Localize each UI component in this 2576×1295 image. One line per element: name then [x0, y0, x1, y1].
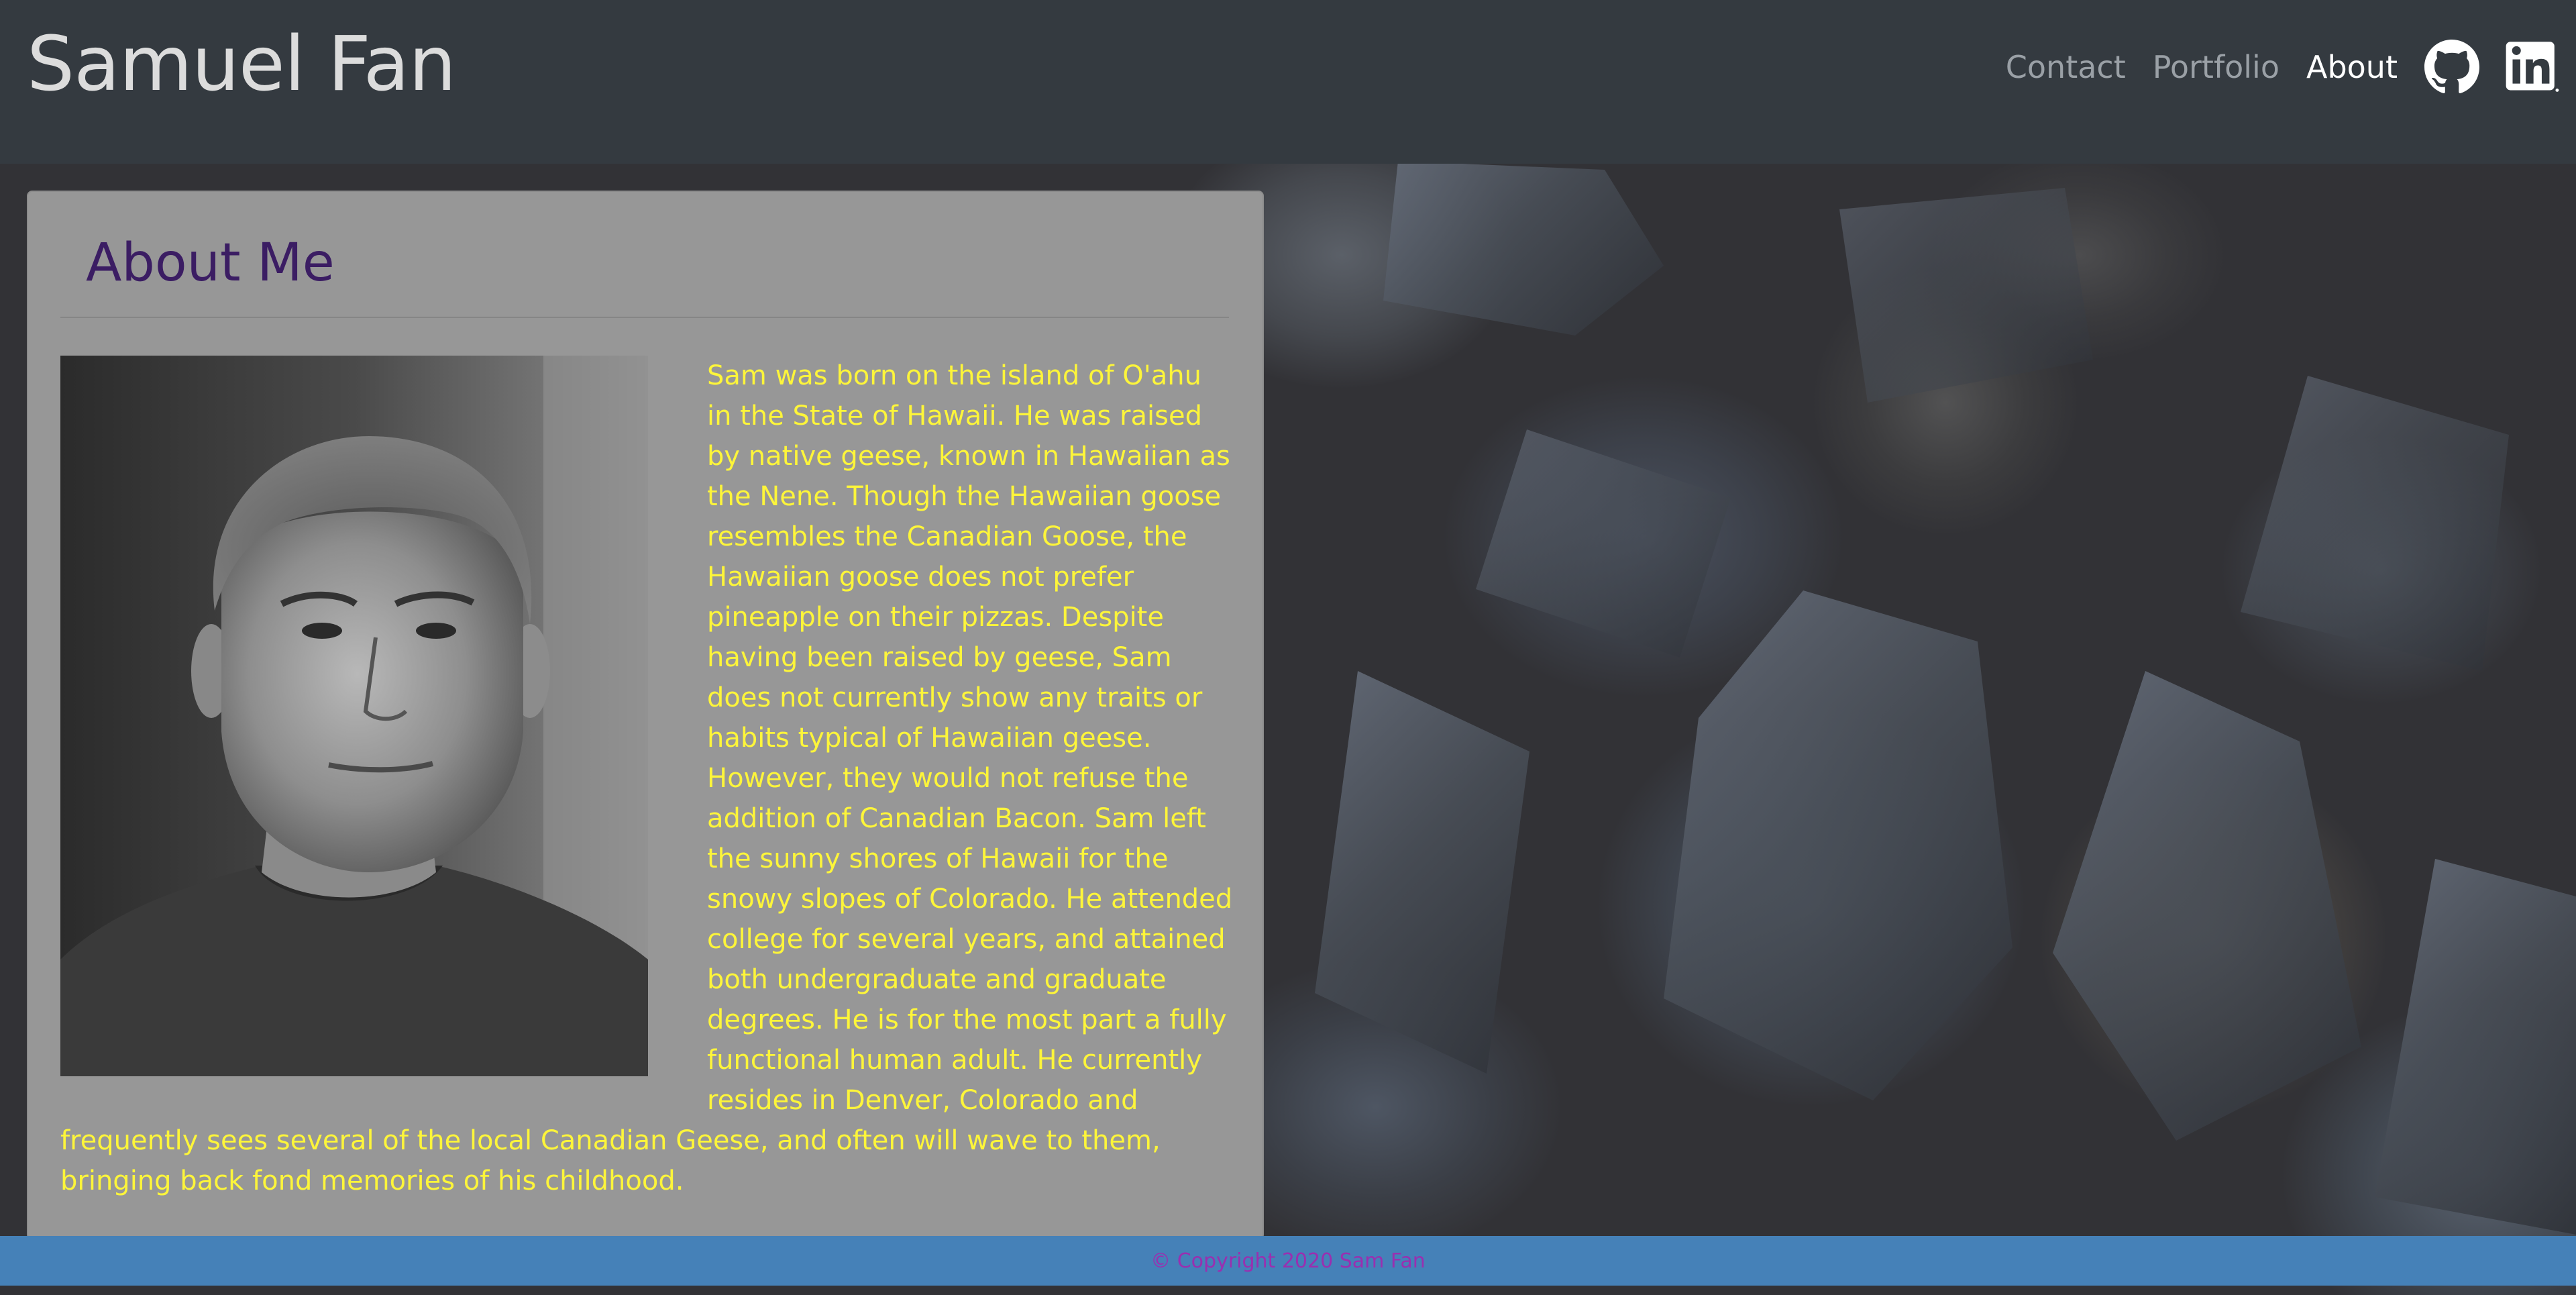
portrait-photo [60, 356, 648, 1076]
portrait-illustration [60, 356, 648, 1076]
nav-link-portfolio[interactable]: Portfolio [2153, 49, 2279, 85]
about-body: Sam was born on the island of O'ahu in t… [60, 356, 1234, 1201]
nav-link-about[interactable]: About [2306, 49, 2398, 85]
linkedin-icon[interactable] [2505, 40, 2560, 95]
title-divider [60, 317, 1229, 318]
rock-shape [1383, 161, 1664, 335]
rock-shape [1839, 188, 2093, 403]
site-brand[interactable]: Samuel Fan [27, 15, 456, 114]
site-header: Samuel Fan Contact Portfolio About [0, 0, 2576, 164]
main-nav: Contact Portfolio About [2006, 32, 2560, 102]
github-icon[interactable] [2424, 40, 2479, 95]
copyright-text: © Copyright 2020 Sam Fan [1150, 1249, 1426, 1273]
github-icon-graphic [2424, 40, 2479, 93]
rock-shape [2375, 859, 2576, 1235]
about-title: About Me [86, 233, 335, 293]
rock-shape [1664, 590, 2012, 1100]
rock-shape [1315, 671, 1529, 1074]
about-card: About Me Sam was born on the island of O… [27, 191, 1264, 1240]
nav-link-contact[interactable]: Contact [2006, 49, 2126, 85]
rock-shape [2053, 671, 2361, 1141]
linkedin-icon-graphic [2506, 42, 2559, 92]
site-footer: © Copyright 2020 Sam Fan [0, 1236, 2576, 1286]
rock-shape [1476, 429, 1731, 658]
rock-shape [2241, 376, 2509, 671]
